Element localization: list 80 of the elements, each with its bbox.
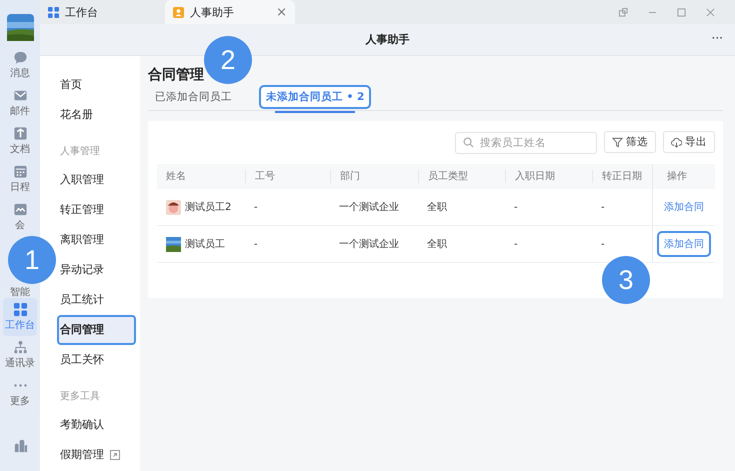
table-cell-text: 测试员工: [185, 238, 225, 251]
rail-item[interactable]: 更多: [3, 374, 37, 412]
more-icon: [14, 384, 26, 387]
cloud-download-icon: [671, 136, 682, 148]
mail-icon: [12, 88, 28, 103]
rail-label: 智能: [10, 286, 30, 298]
table-cell-text: -: [513, 202, 519, 212]
rail-item[interactable]: 会: [3, 198, 37, 236]
filter-button[interactable]: 筛选: [604, 131, 656, 153]
rail-item[interactable]: 智能: [3, 284, 37, 298]
nav-item[interactable]: 假期管理: [57, 440, 136, 470]
table-cell-text: -: [600, 238, 606, 250]
search-field[interactable]: 搜索员工姓名: [455, 132, 597, 154]
person-icon: [173, 6, 184, 18]
tab[interactable]: 已添加合同员工: [148, 85, 239, 109]
column-header: 员工类型: [418, 170, 505, 183]
filter-icon: [612, 136, 623, 148]
add-contract-link[interactable]: 添加合同: [657, 194, 711, 220]
document-icon: [12, 126, 28, 141]
maximize-icon[interactable]: [677, 8, 686, 16]
nav-item[interactable]: 合同管理: [57, 315, 136, 345]
step-marker: 2: [204, 36, 252, 84]
grid-icon: [48, 6, 59, 18]
nav-item[interactable]: 异动记录: [57, 255, 136, 285]
window-tab[interactable]: 工作台: [47, 0, 165, 24]
rail-label: 日程: [10, 181, 30, 194]
table-cell-text: -: [253, 238, 259, 250]
calendar-icon: [12, 164, 28, 179]
export-button[interactable]: 导出: [663, 131, 715, 153]
meeting-icon: [12, 202, 28, 217]
rail-item[interactable]: 消息: [3, 46, 37, 84]
org-chart-icon: [12, 340, 28, 355]
nav-section-title: 更多工具: [59, 390, 101, 404]
avatar-icon: [166, 200, 181, 214]
table-cell-text: -: [600, 202, 606, 212]
search-icon: [463, 137, 474, 148]
grid-icon: [12, 302, 28, 317]
nav-item[interactable]: 离职管理: [57, 225, 136, 255]
nav-item[interactable]: 员工关怀: [57, 345, 136, 375]
table-cell-text: 测试员工2: [185, 200, 232, 214]
rail-item[interactable]: 日程: [3, 160, 37, 198]
nav-item[interactable]: 转正管理: [57, 195, 136, 225]
rail-item[interactable]: 文档: [3, 122, 37, 160]
close-button[interactable]: ×: [276, 4, 287, 20]
nav-item[interactable]: 入职管理: [57, 165, 136, 195]
nav-section-title: 人事管理: [59, 144, 101, 159]
column-header: 操作: [652, 164, 715, 189]
rail-label: 更多: [10, 395, 30, 408]
column-header: 转正日期: [592, 170, 652, 183]
rail-label: 邮件: [10, 104, 30, 118]
column-header: 部门: [330, 170, 418, 183]
close-icon[interactable]: [706, 8, 715, 16]
nav-item[interactable]: 花名册: [57, 100, 136, 130]
table-cell-text: 一个测试企业: [338, 238, 400, 251]
rail-label: 消息: [10, 66, 30, 80]
window-title: 人事助手: [366, 32, 410, 47]
table-cell-text: 全职: [426, 238, 448, 251]
table-cell-text: 全职: [426, 201, 448, 214]
window-tab[interactable]: 人事助手 ×: [165, 0, 295, 24]
column-header: 工号: [245, 170, 330, 183]
nav-item[interactable]: 考勤确认: [57, 410, 136, 440]
table-cell-text: -: [253, 202, 259, 212]
rail-item[interactable]: 通讯录: [3, 336, 37, 374]
column-header: 入职日期: [505, 170, 592, 183]
column-header: 姓名: [165, 170, 187, 183]
nav-item[interactable]: 员工统计: [57, 285, 136, 315]
bar-chart-icon[interactable]: [12, 438, 28, 453]
page-heading: 合同管理: [148, 66, 205, 84]
rail-item[interactable]: 邮件: [3, 84, 37, 122]
rail-label: 文档: [10, 142, 30, 156]
table-cell-text: -: [513, 238, 519, 250]
more-button[interactable]: ···: [712, 31, 723, 45]
window-restore-icon[interactable]: [619, 8, 628, 16]
rail-label: 会: [15, 219, 25, 232]
add-contract-link[interactable]: 添加合同: [657, 231, 711, 257]
rail-label: 通讯录: [5, 356, 35, 370]
chat-icon: [12, 50, 28, 65]
table-cell-text: 一个测试企业: [338, 200, 400, 214]
rail-label: 工作台: [5, 318, 35, 332]
nav-item[interactable]: 首页: [57, 70, 136, 100]
